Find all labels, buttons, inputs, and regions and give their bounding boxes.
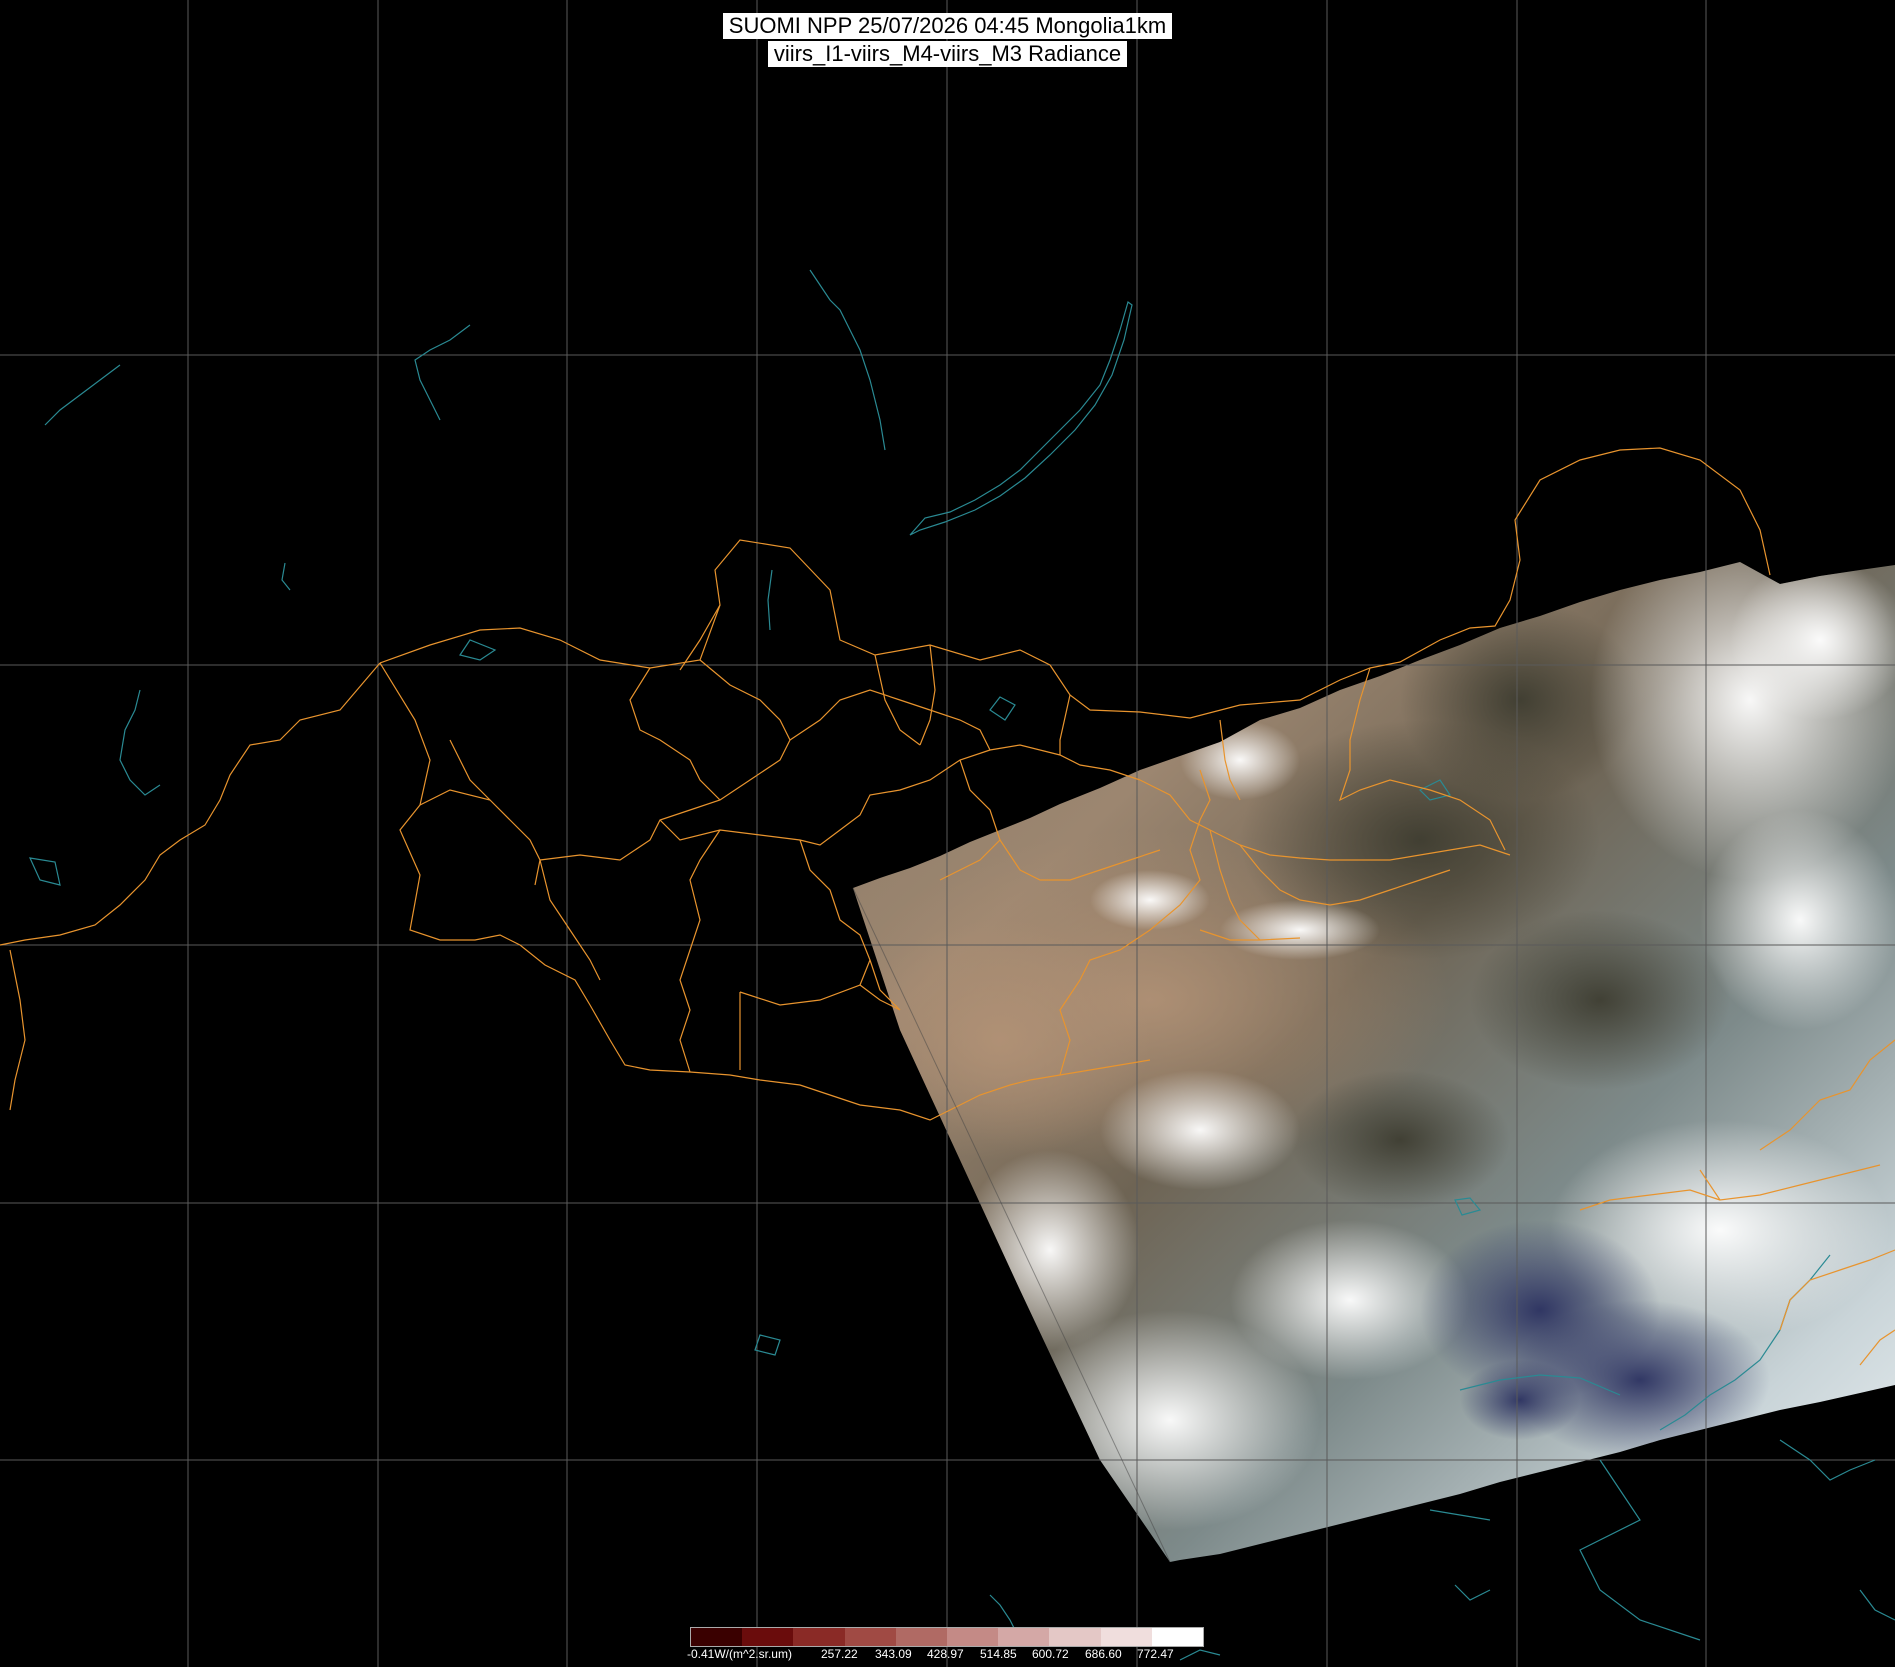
legend-swatch: [895, 1628, 948, 1646]
legend-swatch: [844, 1628, 896, 1646]
legend-color-bar: [690, 1627, 1204, 1647]
color-legend: -0.41W/(m^2.sr.um) 257.22 343.09 428.97 …: [687, 1624, 1204, 1666]
legend-tick: 428.97: [927, 1647, 964, 1661]
legend-swatch: [793, 1628, 845, 1646]
legend-swatch: [1100, 1628, 1152, 1646]
legend-unit-label: -0.41W/(m^2.sr.um): [687, 1647, 792, 1661]
legend-swatch: [691, 1628, 743, 1646]
legend-tick: 514.85: [980, 1647, 1017, 1661]
legend-tick: 772.47: [1137, 1647, 1174, 1661]
satellite-map: [0, 0, 1895, 1667]
legend-swatch: [998, 1628, 1050, 1646]
legend-swatch: [1151, 1628, 1204, 1646]
legend-tick: 600.72: [1032, 1647, 1069, 1661]
legend-swatch: [947, 1628, 999, 1646]
legend-tick: 343.09: [875, 1647, 912, 1661]
legend-tick: 257.22: [821, 1647, 858, 1661]
legend-swatch: [1049, 1628, 1101, 1646]
legend-labels: -0.41W/(m^2.sr.um) 257.22 343.09 428.97 …: [687, 1647, 1207, 1663]
legend-swatch: [742, 1628, 794, 1646]
legend-tick: 686.60: [1085, 1647, 1122, 1661]
